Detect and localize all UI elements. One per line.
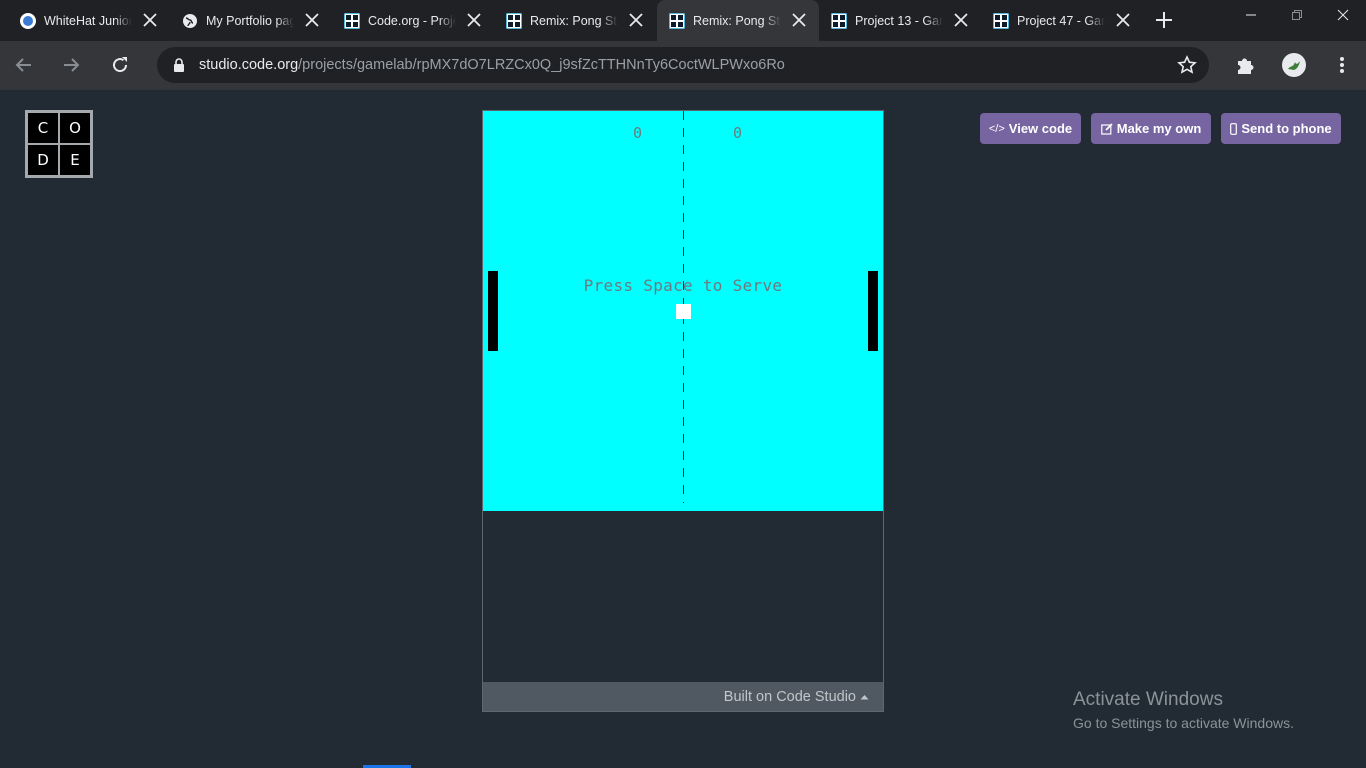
page-divider bbox=[0, 89, 1366, 90]
edit-icon bbox=[1100, 122, 1113, 135]
tab-strip: WhiteHat Junior My Portfolio page Code.o… bbox=[0, 0, 1366, 41]
gamelab-icon bbox=[506, 12, 522, 29]
code-org-logo[interactable]: C O D E bbox=[25, 110, 93, 178]
close-window-button[interactable] bbox=[1320, 0, 1366, 30]
arrow-right-icon bbox=[64, 58, 80, 72]
close-icon[interactable] bbox=[1115, 12, 1131, 28]
code-icon: </> bbox=[988, 122, 1005, 135]
view-code-button[interactable]: </> View code bbox=[980, 113, 1081, 144]
close-icon[interactable] bbox=[953, 12, 969, 28]
tab-title: Project 47 - Game bbox=[1017, 13, 1105, 28]
browser-toolbar: studio.code.org/projects/gamelab/rpMX7dO… bbox=[0, 41, 1366, 89]
forward-button[interactable] bbox=[57, 51, 85, 79]
close-icon[interactable] bbox=[466, 12, 482, 28]
close-icon[interactable] bbox=[142, 12, 158, 28]
tab-title: Remix: Pong Starter bbox=[693, 13, 781, 28]
built-on-footer[interactable]: Built on Code Studio bbox=[483, 682, 883, 711]
logo-letter-c: C bbox=[28, 113, 58, 143]
tab-code-org-project[interactable]: Code.org - Project bbox=[324, 0, 494, 41]
tab-title: Code.org - Project bbox=[368, 13, 456, 28]
browser-menu-button[interactable] bbox=[1330, 53, 1354, 77]
game-canvas[interactable]: 0 0 Press Space to Serve bbox=[483, 111, 883, 511]
arrow-left-icon bbox=[15, 58, 31, 72]
address-bar[interactable]: studio.code.org/projects/gamelab/rpMX7dO… bbox=[157, 47, 1209, 83]
windows-activation-watermark: Activate Windows Go to Settings to activ… bbox=[1073, 689, 1294, 731]
logo-letter-o: O bbox=[60, 113, 90, 143]
profile-avatar[interactable] bbox=[1282, 53, 1306, 77]
watermark-subtitle: Go to Settings to activate Windows. bbox=[1073, 715, 1294, 731]
phone-icon bbox=[1230, 122, 1238, 135]
whitehat-icon bbox=[20, 12, 36, 29]
make-my-own-label: Make my own bbox=[1116, 121, 1202, 136]
url-path: /projects/gamelab/rpMX7dO7LRZCx0Q_j9sfZc… bbox=[298, 57, 785, 73]
minimize-icon bbox=[1246, 14, 1256, 16]
tab-title: Remix: Pong Starter bbox=[530, 13, 618, 28]
close-icon[interactable] bbox=[304, 12, 320, 28]
send-to-phone-button[interactable]: Send to phone bbox=[1221, 113, 1341, 144]
puzzle-icon bbox=[1238, 58, 1254, 74]
profile-icon bbox=[1288, 61, 1300, 70]
close-icon bbox=[1337, 9, 1349, 21]
restore-icon bbox=[1292, 10, 1302, 20]
close-icon[interactable] bbox=[628, 12, 644, 28]
score-left: 0 bbox=[633, 124, 643, 142]
gamelab-icon bbox=[993, 12, 1009, 29]
tab-remix-pong[interactable]: Remix: Pong Starter bbox=[486, 0, 656, 41]
tab-my-portfolio[interactable]: My Portfolio page bbox=[162, 0, 332, 41]
watermark-title: Activate Windows bbox=[1073, 689, 1223, 710]
tab-title: My Portfolio page bbox=[206, 13, 294, 28]
serve-message: Press Space to Serve bbox=[583, 276, 783, 295]
game-frame: 0 0 Press Space to Serve Built on Code S… bbox=[482, 110, 884, 712]
logo-letter-d: D bbox=[28, 145, 58, 175]
send-to-phone-label: Send to phone bbox=[1241, 121, 1332, 136]
url-text: studio.code.org/projects/gamelab/rpMX7dO… bbox=[199, 57, 785, 73]
reload-icon bbox=[113, 57, 128, 73]
view-code-label: View code bbox=[1008, 121, 1073, 136]
tab-remix-pong-active[interactable]: Remix: Pong Starter bbox=[657, 0, 819, 41]
restore-button[interactable] bbox=[1274, 0, 1320, 30]
reload-button[interactable] bbox=[106, 51, 134, 79]
ball bbox=[676, 304, 691, 319]
globe-icon bbox=[182, 13, 198, 29]
gamelab-icon bbox=[669, 12, 685, 29]
make-my-own-button[interactable]: Make my own bbox=[1091, 113, 1211, 144]
caret-up-icon bbox=[860, 694, 869, 699]
close-icon[interactable] bbox=[791, 12, 807, 28]
back-button[interactable] bbox=[10, 51, 38, 79]
url-host: studio.code.org bbox=[199, 57, 299, 73]
tab-project-47[interactable]: Project 47 - Game bbox=[981, 0, 1143, 41]
extensions-button[interactable] bbox=[1234, 53, 1258, 77]
gamelab-icon bbox=[344, 12, 360, 29]
tab-title: Project 13 - Game bbox=[855, 13, 943, 28]
bookmark-star-icon[interactable] bbox=[1177, 55, 1197, 75]
logo-letter-e: E bbox=[60, 145, 90, 175]
minimize-button[interactable] bbox=[1228, 0, 1274, 30]
tab-whitehat-junior[interactable]: WhiteHat Junior bbox=[0, 0, 170, 41]
score-right: 0 bbox=[733, 124, 743, 142]
gamelab-icon bbox=[831, 12, 847, 29]
new-tab-plus-icon[interactable] bbox=[1154, 10, 1174, 30]
lock-icon bbox=[174, 58, 184, 72]
tab-project-13[interactable]: Project 13 - Game bbox=[819, 0, 981, 41]
tab-title: WhiteHat Junior bbox=[44, 13, 132, 28]
footer-label: Built on Code Studio bbox=[723, 688, 856, 705]
kebab-menu-icon bbox=[1340, 57, 1344, 73]
